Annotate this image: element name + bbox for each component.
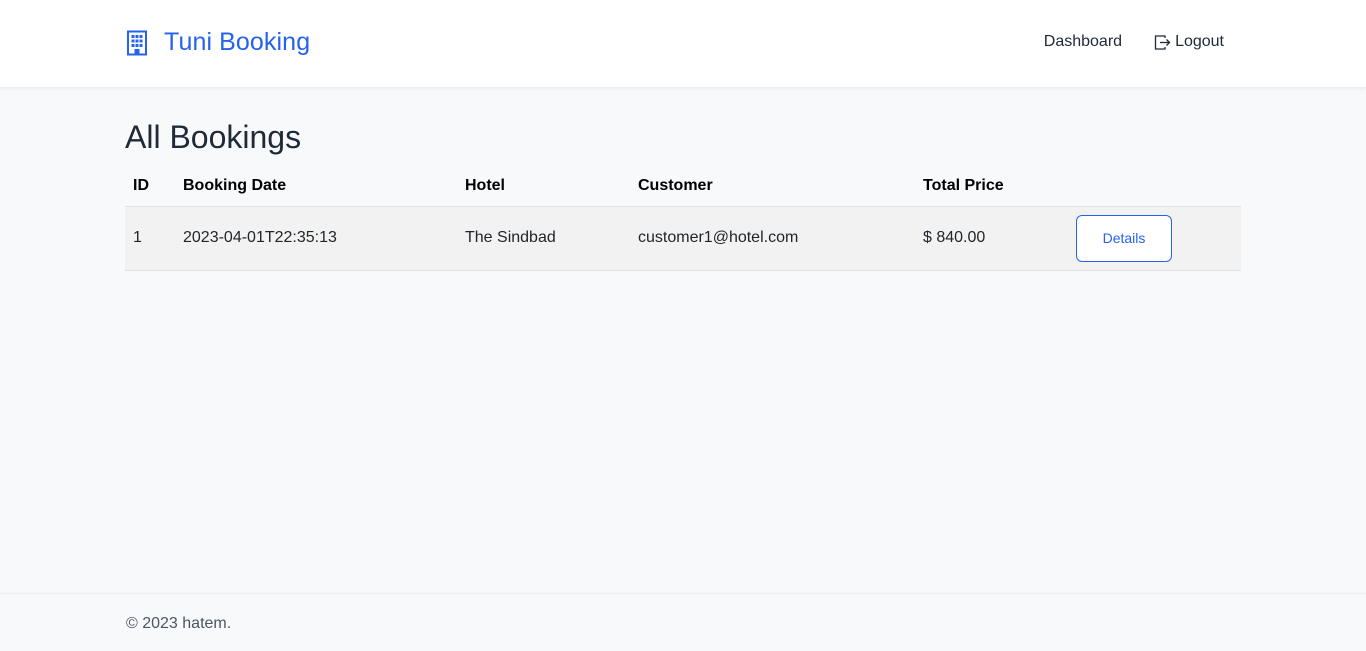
table-row: 1 2023-04-01T22:35:13 The Sindbad custom… [125, 206, 1241, 271]
page-title: All Bookings [125, 119, 302, 155]
bookings-table: ID Booking Date Hotel Customer Total Pri… [125, 167, 1241, 271]
cell-total-price: $ 840.00 [915, 206, 1068, 271]
footer: © 2023 hatem. [0, 593, 1366, 651]
main-nav: Dashboard Logout [1044, 33, 1224, 51]
logout-icon [1154, 34, 1171, 50]
header-id: ID [125, 167, 175, 207]
top-navbar: Tuni Booking Dashboard Logout [0, 0, 1366, 88]
cell-action: Details [1068, 206, 1241, 271]
cell-booking-date: 2023-04-01T22:35:13 [175, 206, 457, 271]
nav-logout-link[interactable]: Logout [1154, 33, 1224, 51]
details-button[interactable]: Details [1076, 214, 1172, 262]
header-action [1068, 167, 1241, 207]
cell-hotel: The Sindbad [457, 206, 630, 271]
nav-logout-label: Logout [1175, 33, 1224, 50]
footer-copyright: © 2023 hatem. [126, 615, 232, 632]
nav-dashboard-link[interactable]: Dashboard [1044, 33, 1122, 51]
header-hotel: Hotel [457, 167, 630, 207]
cell-customer: customer1@hotel.com [630, 206, 915, 271]
header-customer: Customer [630, 167, 915, 207]
brand-name: Tuni Booking [164, 28, 311, 56]
brand-link[interactable]: Tuni Booking [125, 28, 310, 57]
building-icon [127, 30, 147, 55]
nav-dashboard-label: Dashboard [1043, 33, 1123, 50]
header-booking-date: Booking Date [175, 167, 457, 207]
header-total-price: Total Price [915, 167, 1068, 207]
table-header-row: ID Booking Date Hotel Customer Total Pri… [125, 167, 1241, 207]
cell-id: 1 [125, 206, 175, 271]
